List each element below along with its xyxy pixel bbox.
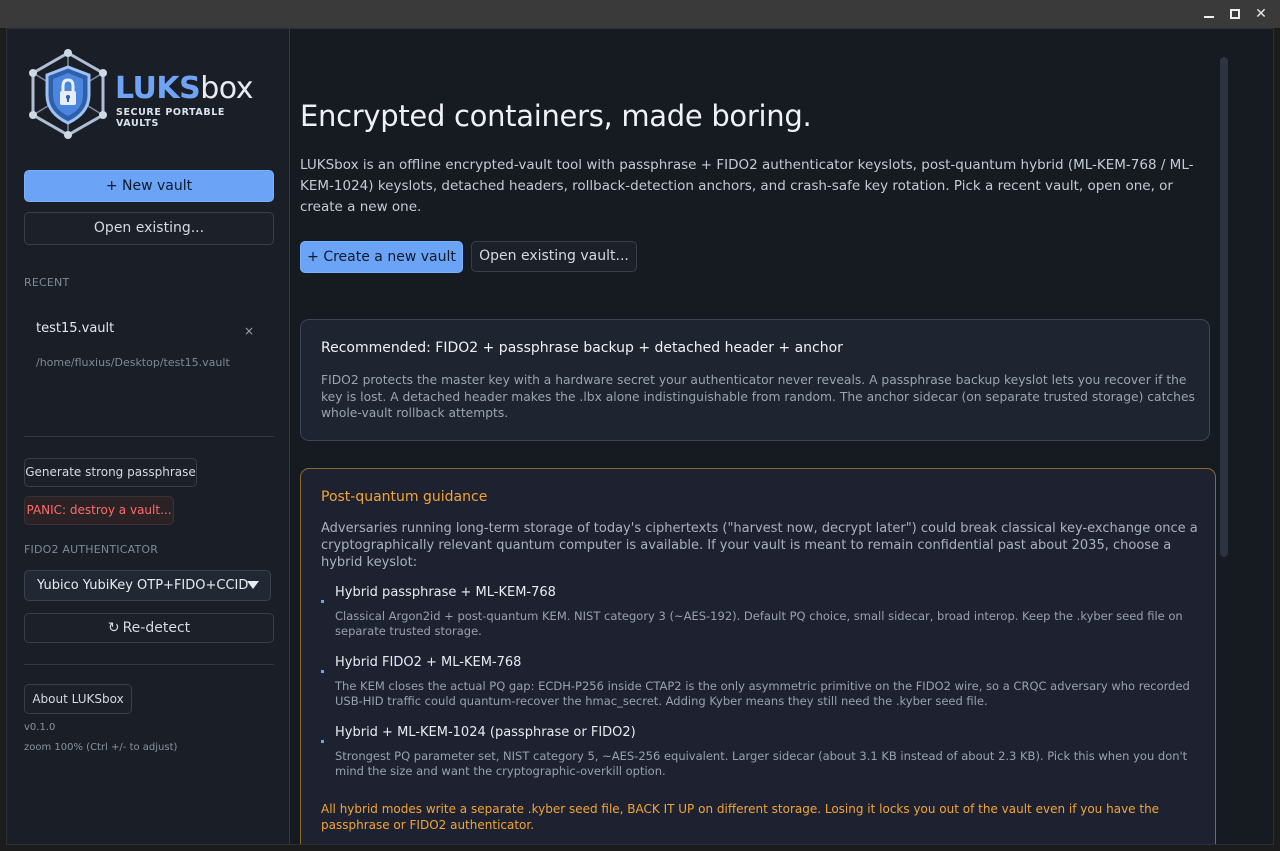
main-content: Encrypted containers, made boring. LUKSb… [291, 29, 1231, 844]
bullet-icon [321, 670, 324, 673]
recent-vault-item[interactable]: test15.vault × /home/fluxius/Desktop/tes… [24, 309, 274, 379]
recommended-card: Recommended: FIDO2 + passphrase backup +… [300, 319, 1210, 441]
kyber-backup-warning: All hybrid modes write a separate .kyber… [321, 802, 1160, 832]
pq-option-body: The KEM closes the actual PQ gap: ECDH-P… [335, 679, 1190, 708]
recommended-body: FIDO2 protects the master key with a har… [321, 373, 1195, 420]
pq-guidance-body: Adversaries running long-term storage of… [321, 521, 1198, 570]
refresh-icon: ↻ [107, 620, 120, 636]
window-titlebar: ✕ [0, 0, 1280, 28]
create-vault-button[interactable]: + Create a new vault [300, 241, 463, 273]
redetect-button[interactable]: ↻ Re-detect [24, 613, 274, 643]
pq-option-body: Strongest PQ parameter set, NIST categor… [335, 749, 1188, 778]
pq-option-body: Classical Argon2id + post-quantum KEM. N… [335, 609, 1183, 638]
redetect-label: Re-detect [122, 620, 191, 636]
open-existing-vault-button[interactable]: Open existing vault... [471, 241, 637, 272]
remove-recent-icon[interactable]: × [242, 324, 256, 338]
version-text: v0.1.0 [24, 722, 56, 733]
page-title: Encrypted containers, made boring. [300, 99, 812, 133]
bullet-icon [321, 740, 324, 743]
recent-vault-name: test15.vault [36, 321, 115, 336]
recommended-title: Recommended: FIDO2 + passphrase backup +… [321, 340, 843, 356]
sidebar-divider [24, 664, 274, 665]
shield-lock-icon [29, 49, 107, 139]
open-existing-button[interactable]: Open existing... [24, 212, 274, 245]
sidebar-divider [24, 436, 274, 437]
sidebar: LUKSbox SECURE PORTABLE VAULTS + New vau… [7, 29, 290, 844]
app-logo: LUKSbox SECURE PORTABLE VAULTS [27, 49, 267, 141]
fido-device-select[interactable]: Yubico YubiKey OTP+FIDO+CCID [24, 570, 271, 601]
new-vault-button[interactable]: + New vault [24, 170, 274, 202]
minimize-icon[interactable] [1201, 6, 1217, 22]
app-name: LUKSbox [115, 71, 253, 106]
main-scrollbar[interactable] [1220, 57, 1228, 557]
pq-guidance-title: Post-quantum guidance [321, 489, 488, 505]
app-tagline: SECURE PORTABLE VAULTS [116, 107, 225, 129]
fido-section-label: FIDO2 AUTHENTICATOR [24, 543, 159, 556]
generate-passphrase-button[interactable]: Generate strong passphrase [24, 458, 197, 487]
bullet-icon [321, 600, 324, 603]
maximize-icon[interactable] [1227, 6, 1243, 22]
caret-down-icon [247, 581, 259, 589]
panic-destroy-button[interactable]: PANIC: destroy a vault... [24, 496, 174, 525]
recent-vault-path: /home/fluxius/Desktop/test15.vault [36, 356, 230, 369]
pq-option-title: Hybrid FIDO2 + ML-KEM-768 [335, 655, 522, 670]
zoom-text: zoom 100% (Ctrl +/- to adjust) [24, 742, 178, 753]
close-icon[interactable]: ✕ [1253, 6, 1269, 22]
pq-guidance-card: Post-quantum guidance Adversaries runnin… [300, 468, 1216, 844]
about-button[interactable]: About LUKSbox [24, 684, 132, 714]
intro-text: LUKSbox is an offline encrypted-vault to… [300, 157, 1194, 215]
pq-option-title: Hybrid + ML-KEM-1024 (passphrase or FIDO… [335, 725, 636, 740]
recent-section-label: RECENT [24, 276, 70, 289]
pq-option-title: Hybrid passphrase + ML-KEM-768 [335, 585, 556, 600]
app-window: LUKSbox SECURE PORTABLE VAULTS + New vau… [6, 28, 1274, 845]
fido-device-value: Yubico YubiKey OTP+FIDO+CCID [37, 578, 249, 593]
